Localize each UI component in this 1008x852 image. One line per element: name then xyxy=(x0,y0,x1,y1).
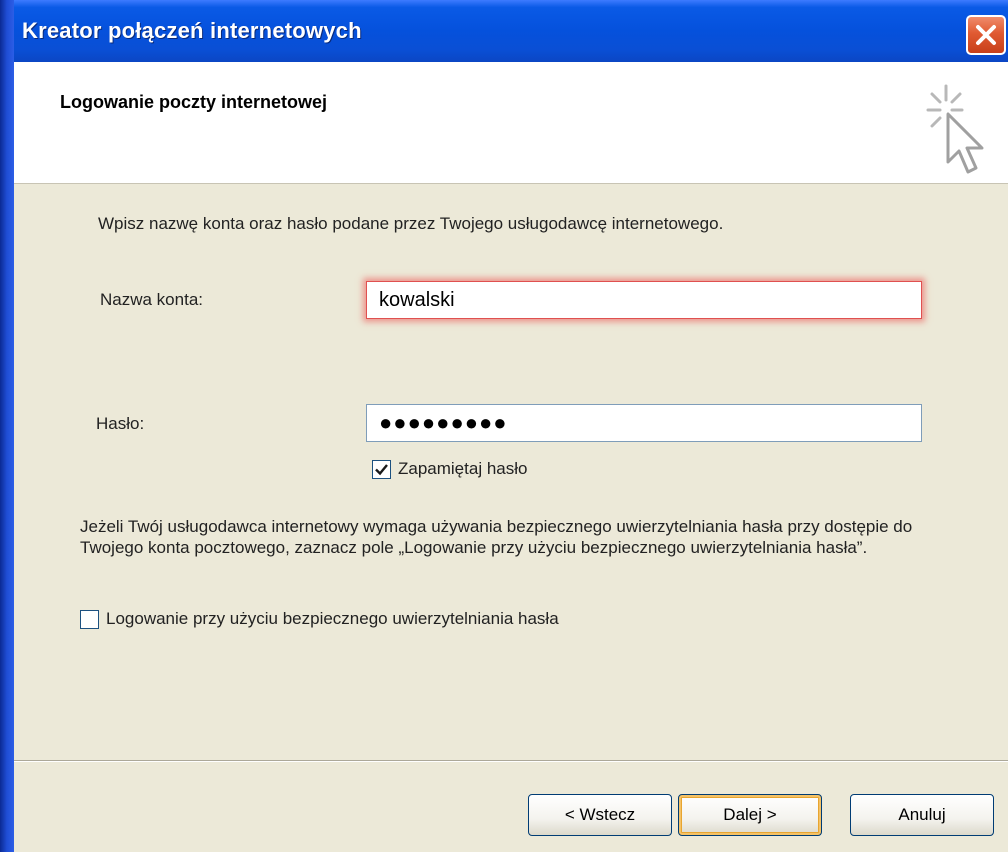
spa-checkbox[interactable] xyxy=(80,609,99,629)
title-bar[interactable]: Kreator połączeń internetowych xyxy=(0,0,1008,62)
instruction-text: Wpisz nazwę konta oraz hasło podane prze… xyxy=(98,214,724,233)
account-name-input[interactable]: kowalski xyxy=(366,281,922,319)
password-value: ●●●●●●●●● xyxy=(379,410,508,435)
close-button[interactable] xyxy=(966,15,1006,55)
wizard-window: Kreator połączeń internetowych Logowanie… xyxy=(0,0,1008,852)
close-icon xyxy=(976,25,996,45)
wizard-header: Logowanie poczty internetowej xyxy=(14,62,1008,184)
password-input[interactable]: ●●●●●●●●● xyxy=(366,404,922,442)
account-name-value: kowalski xyxy=(379,289,455,311)
back-button[interactable]: < Wstecz xyxy=(528,794,672,836)
checkmark-icon xyxy=(375,463,388,475)
remember-password-checkbox[interactable] xyxy=(372,459,391,479)
spa-description: Jeżeli Twój usługodawca internetowy wyma… xyxy=(80,517,913,557)
window-frame-left xyxy=(0,0,14,852)
cancel-button[interactable]: Anuluj xyxy=(850,794,994,836)
button-separator xyxy=(14,760,1008,762)
wizard-cursor-icon xyxy=(926,84,984,174)
spa-label: Logowanie przy użyciu bezpiecznego uwier… xyxy=(106,609,559,628)
account-name-label: Nazwa konta: xyxy=(100,290,203,309)
page-title: Logowanie poczty internetowej xyxy=(60,92,328,112)
window-title: Kreator połączeń internetowych xyxy=(22,18,362,43)
next-button[interactable]: Dalej > xyxy=(678,794,822,836)
password-label: Hasło: xyxy=(96,414,145,433)
remember-password-label: Zapamiętaj hasło xyxy=(398,459,528,478)
remember-password-option[interactable]: Zapamiętaj hasło xyxy=(372,459,527,479)
spa-option[interactable]: Logowanie przy użyciu bezpiecznego uwier… xyxy=(80,609,559,629)
